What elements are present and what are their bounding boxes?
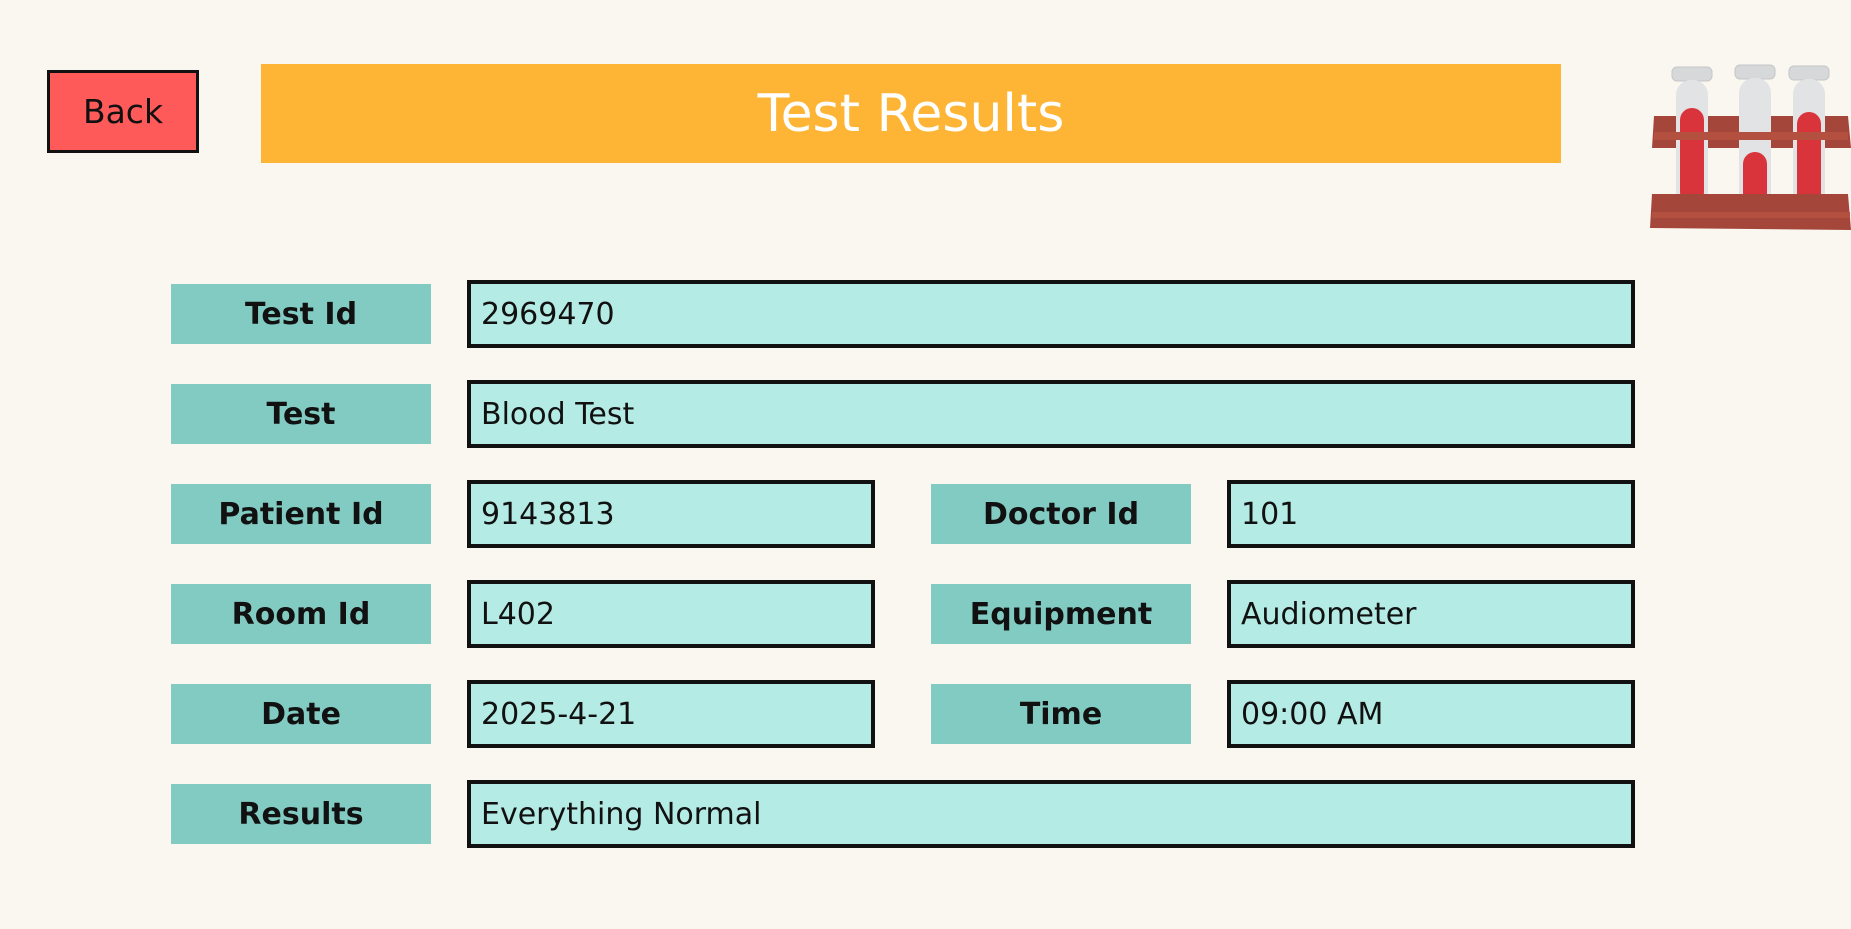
date-field[interactable]	[467, 680, 875, 748]
test-id-label: Test Id	[171, 284, 431, 344]
doctor-id-label: Doctor Id	[931, 484, 1191, 544]
patient-id-field[interactable]	[467, 480, 875, 548]
patient-id-label: Patient Id	[171, 484, 431, 544]
results-label: Results	[171, 784, 431, 844]
room-id-field[interactable]	[467, 580, 875, 648]
room-id-label: Room Id	[171, 584, 431, 644]
test-tubes-icon	[1648, 62, 1851, 230]
test-id-field[interactable]	[467, 280, 1635, 348]
time-field[interactable]	[1227, 680, 1635, 748]
results-field[interactable]	[467, 780, 1635, 848]
time-label: Time	[931, 684, 1191, 744]
date-label: Date	[171, 684, 431, 744]
equipment-label: Equipment	[931, 584, 1191, 644]
back-button[interactable]: Back	[47, 70, 199, 153]
title-banner: Test Results	[261, 64, 1561, 163]
equipment-field[interactable]	[1227, 580, 1635, 648]
test-field[interactable]	[467, 380, 1635, 448]
test-label: Test	[171, 384, 431, 444]
page-title: Test Results	[757, 83, 1065, 144]
doctor-id-field[interactable]	[1227, 480, 1635, 548]
